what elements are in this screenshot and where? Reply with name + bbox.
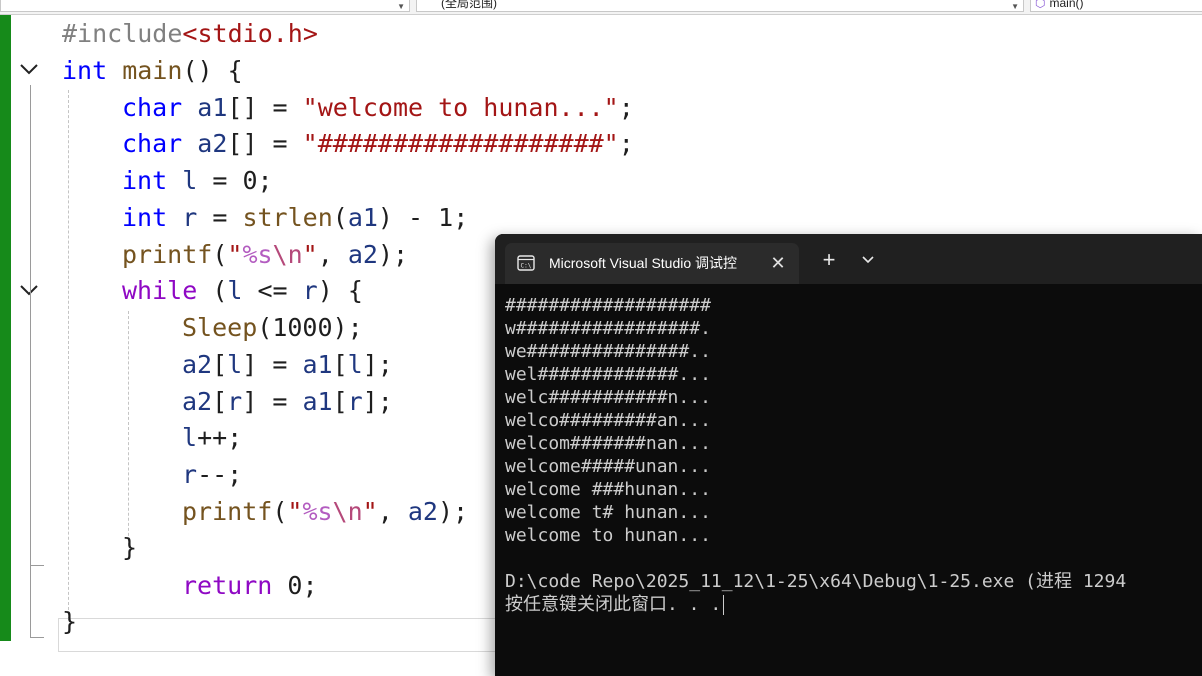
chevron-down-icon: ▼ [397, 2, 405, 11]
indent-guide [68, 90, 69, 620]
scope-label: (全局范围) [441, 0, 497, 10]
while-scope-line [30, 307, 31, 565]
console-tab-title: Microsoft Visual Studio 调试控 [549, 255, 738, 271]
console-line: w#################. [505, 318, 711, 339]
collapse-while-icon[interactable] [18, 279, 40, 301]
console-line: welcome#####unan... [505, 456, 711, 477]
project-dropdown[interactable]: ▼ [0, 0, 410, 12]
member-dropdown[interactable]: ⬡ main() [1030, 0, 1202, 12]
console-line: we###############.. [505, 341, 711, 362]
console-line: welcome ###hunan... [505, 479, 711, 500]
main-scope-end [30, 637, 44, 638]
code-line-7: printf("%s\n", a2); [122, 240, 409, 269]
code-line-8: while (l <= r) { [122, 276, 363, 305]
text-cursor [723, 595, 725, 615]
method-cube-icon: ⬡ [1035, 0, 1046, 10]
console-line: welc###########n... [505, 387, 711, 408]
collapse-main-icon[interactable] [18, 58, 40, 80]
code-line-17: } [62, 607, 78, 636]
tab-dropdown-icon[interactable] [859, 251, 877, 269]
console-tab[interactable]: C:\ Microsoft Visual Studio 调试控 ✕ [505, 243, 799, 284]
console-line: welcome to hunan... [505, 525, 711, 546]
code-line-4: char a2[] = "###################"; [122, 129, 634, 158]
code-line-11: a2[r] = a1[r]; [182, 387, 393, 416]
code-line-9: Sleep(1000); [182, 313, 363, 342]
indent-guide [128, 311, 129, 546]
member-label: main() [1049, 0, 1084, 10]
console-line: wel#############... [505, 364, 711, 385]
console-line: welcom#######nan... [505, 433, 711, 454]
console-line: welco#########an... [505, 410, 711, 431]
svg-text:C:\: C:\ [521, 263, 532, 270]
code-line-15: } [122, 533, 138, 562]
console-exe-path-line: D:\code Repo\2025_11_12\1-25\x64\Debug\1… [505, 571, 1127, 592]
while-scope-end [30, 565, 44, 566]
code-line-3: char a1[] = "welcome to hunan..."; [122, 93, 634, 122]
chevron-down-icon: ▼ [1011, 2, 1019, 11]
code-line-13: r--; [182, 460, 243, 489]
code-line-1: #include<stdio.h> [62, 19, 318, 48]
code-line-6: int r = strlen(a1) - 1; [122, 203, 469, 232]
console-line: ################### [505, 295, 711, 316]
console-prompt-line: 按任意键关闭此窗口. . . [505, 593, 1202, 616]
code-line-10: a2[l] = a1[l]; [182, 350, 393, 379]
console-titlebar[interactable]: C:\ Microsoft Visual Studio 调试控 ✕ + [495, 234, 1202, 284]
console-line: welcome t# hunan... [505, 502, 711, 523]
code-line-14: printf("%s\n", a2); [182, 497, 469, 526]
code-line-2: int main() { [62, 56, 243, 85]
navigation-bar: ▼ (全局范围) ▼ ⬡ main() [0, 0, 1202, 15]
console-output[interactable]: ################### w#################. … [505, 294, 1202, 616]
debug-console-window[interactable]: C:\ Microsoft Visual Studio 调试控 ✕ + ####… [495, 234, 1202, 676]
new-tab-button[interactable]: + [818, 249, 840, 271]
press-any-key-text: 按任意键关闭此窗口. . . [505, 594, 722, 615]
console-app-icon: C:\ [517, 255, 535, 271]
scope-dropdown[interactable]: (全局范围) ▼ [416, 0, 1024, 12]
code-line-16: return 0; [182, 571, 318, 600]
code-line-12: l++; [182, 423, 243, 452]
close-tab-icon[interactable]: ✕ [769, 254, 787, 272]
code-line-5: int l = 0; [122, 166, 273, 195]
